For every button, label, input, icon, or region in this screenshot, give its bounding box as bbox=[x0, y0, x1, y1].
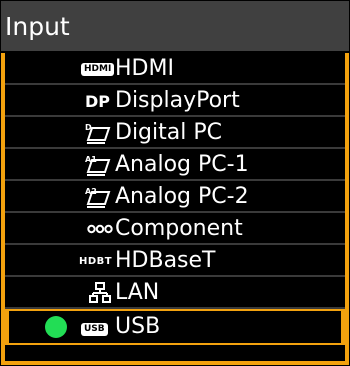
component-icon bbox=[87, 219, 113, 239]
input-list: HDMI HDMI DP DisplayPort D Digital PC A1… bbox=[1, 53, 349, 365]
menu-item-analog-pc-1[interactable]: A1 Analog PC-1 bbox=[5, 149, 345, 181]
menu-item-label: HDMI bbox=[115, 56, 174, 81]
hdbaset-icon: HDBT bbox=[79, 255, 113, 267]
menu-item-component[interactable]: Component bbox=[5, 213, 345, 245]
digital-pc-icon: D bbox=[85, 123, 111, 144]
analog-pc-2-icon: A2 bbox=[85, 187, 111, 208]
menu-item-usb[interactable]: USB USB bbox=[5, 309, 345, 345]
menu-item-lan[interactable]: LAN bbox=[5, 277, 345, 309]
menu-item-label: Component bbox=[115, 216, 243, 241]
menu-item-label: Digital PC bbox=[115, 120, 222, 145]
menu-item-label: Analog PC-2 bbox=[115, 184, 249, 209]
menu-item-analog-pc-2[interactable]: A2 Analog PC-2 bbox=[5, 181, 345, 213]
input-menu: Input HDMI HDMI DP DisplayPort D Digital… bbox=[0, 0, 350, 366]
menu-item-label: DisplayPort bbox=[115, 88, 240, 113]
menu-item-label: HDBaseT bbox=[115, 248, 216, 273]
displayport-icon: DP bbox=[85, 91, 111, 111]
usb-icon: USB bbox=[81, 319, 108, 339]
lan-icon bbox=[89, 282, 111, 303]
menu-item-digital-pc[interactable]: D Digital PC bbox=[5, 117, 345, 149]
menu-title: Input bbox=[1, 1, 349, 53]
menu-item-hdbaset[interactable]: HDBT HDBaseT bbox=[5, 245, 345, 277]
analog-pc-1-icon: A1 bbox=[85, 155, 111, 176]
hdmi-icon: HDMI bbox=[81, 59, 115, 79]
menu-item-label: LAN bbox=[115, 280, 160, 305]
selected-indicator-icon bbox=[45, 316, 67, 338]
menu-item-label: Analog PC-1 bbox=[115, 152, 249, 177]
menu-item-hdmi[interactable]: HDMI HDMI bbox=[5, 53, 345, 85]
menu-item-label: USB bbox=[115, 314, 161, 339]
menu-item-displayport[interactable]: DP DisplayPort bbox=[5, 85, 345, 117]
